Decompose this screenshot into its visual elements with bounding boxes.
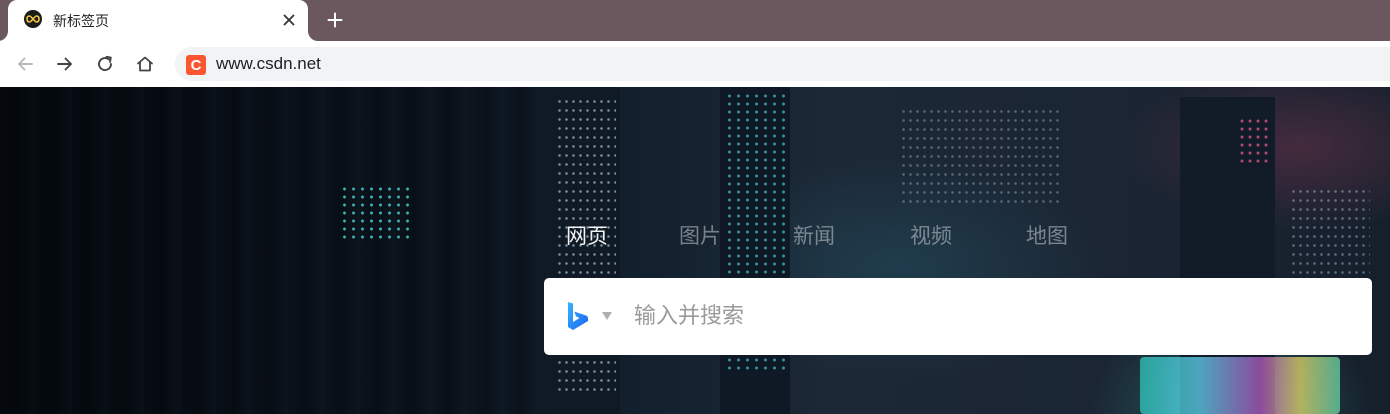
home-icon[interactable]	[131, 50, 159, 78]
tab-images[interactable]: 图片	[679, 220, 721, 250]
csdn-icon: C	[186, 55, 206, 75]
chevron-down-icon[interactable]	[602, 312, 612, 320]
background-windows	[900, 107, 1060, 207]
background-windows	[1238, 117, 1268, 167]
new-tab-page: 网页 图片 新闻 视频 地图	[0, 87, 1390, 414]
infinity-icon	[24, 10, 42, 28]
plus-icon[interactable]	[322, 7, 348, 33]
search-box	[544, 278, 1372, 355]
bing-icon[interactable]	[566, 300, 590, 332]
arrow-right-icon[interactable]	[51, 50, 79, 78]
background-neon-sign	[1140, 357, 1340, 414]
tab-maps[interactable]: 地图	[1026, 220, 1068, 250]
arrow-left-icon[interactable]	[11, 50, 39, 78]
browser-toolbar: C www.csdn.net	[0, 41, 1390, 87]
tab-title: 新标签页	[53, 14, 109, 30]
reload-icon[interactable]	[91, 50, 119, 78]
background-windows	[340, 185, 412, 241]
tab-news[interactable]: 新闻	[793, 220, 835, 250]
background-curtain	[0, 87, 540, 414]
tab-videos[interactable]: 视频	[910, 220, 952, 250]
url-text[interactable]: www.csdn.net	[216, 54, 321, 74]
search-input[interactable]	[634, 294, 1354, 338]
tab-web[interactable]: 网页	[566, 220, 608, 250]
tab-strip: 新标签页	[0, 0, 1390, 41]
address-bar[interactable]: C www.csdn.net	[175, 47, 1390, 81]
browser-tab[interactable]: 新标签页	[8, 0, 308, 41]
close-icon[interactable]	[278, 9, 300, 31]
